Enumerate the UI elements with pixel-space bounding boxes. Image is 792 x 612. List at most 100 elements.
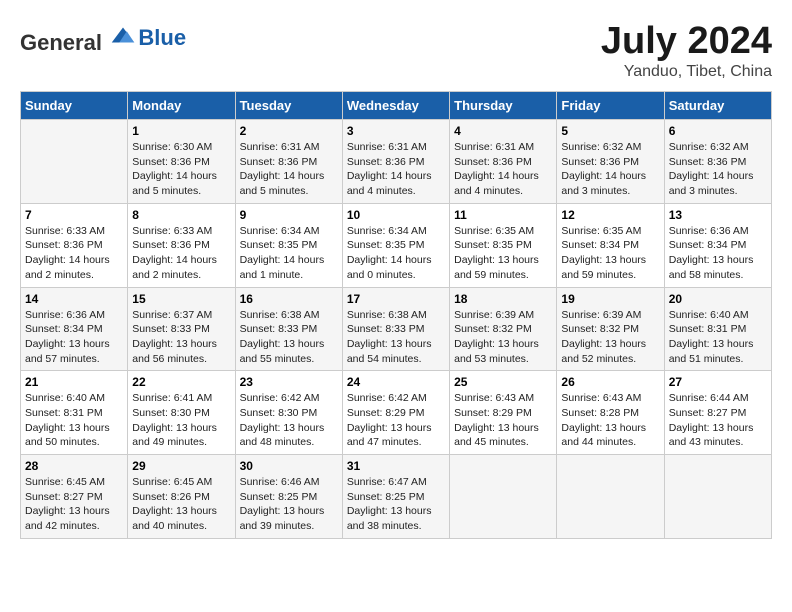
logo: General Blue xyxy=(20,20,186,56)
day-number: 18 xyxy=(454,292,552,306)
day-number: 1 xyxy=(132,124,230,138)
calendar-header: Sunday Monday Tuesday Wednesday Thursday… xyxy=(21,92,772,120)
calendar-cell: 26Sunrise: 6:43 AMSunset: 8:28 PMDayligh… xyxy=(557,371,664,455)
cell-text: Sunrise: 6:32 AMSunset: 8:36 PMDaylight:… xyxy=(669,140,767,199)
calendar-cell xyxy=(21,120,128,204)
calendar-cell xyxy=(557,455,664,539)
calendar-cell: 31 Sunrise: 6:47 AMSunset: 8:25 PMDayligh… xyxy=(342,455,449,539)
day-number: 5 xyxy=(561,124,659,138)
header-saturday: Saturday xyxy=(664,92,771,120)
calendar-cell: 20Sunrise: 6:40 AMSunset: 8:31 PMDayligh… xyxy=(664,287,771,371)
calendar-cell: 17Sunrise: 6:38 AMSunset: 8:33 PMDayligh… xyxy=(342,287,449,371)
cell-text: Sunrise: 6:45 AMSunset: 8:26 PMDaylight:… xyxy=(132,475,230,534)
calendar-cell xyxy=(664,455,771,539)
calendar-cell: 27 Sunrise: 6:44 AMSunset: 8:27 PMDayligh… xyxy=(664,371,771,455)
calendar-week-row: 14 Sunrise: 6:36 AMSunset: 8:34 PMDayligh… xyxy=(21,287,772,371)
day-number: 14 xyxy=(25,292,123,306)
calendar-cell: 11Sunrise: 6:35 AMSunset: 8:35 PMDayligh… xyxy=(450,203,557,287)
calendar-cell: 21 Sunrise: 6:40 AMSunset: 8:31 PMDayligh… xyxy=(21,371,128,455)
calendar-cell: 24 Sunrise: 6:42 AMSunset: 8:29 PMDayligh… xyxy=(342,371,449,455)
cell-text: Sunrise: 6:38 AMSunset: 8:33 PMDaylight:… xyxy=(240,308,338,367)
cell-text: Sunrise: 6:34 AMSunset: 8:35 PMDaylight:… xyxy=(347,224,445,283)
day-number: 28 xyxy=(25,459,123,473)
day-number: 16 xyxy=(240,292,338,306)
cell-text: Sunrise: 6:43 AMSunset: 8:29 PMDaylight:… xyxy=(454,391,552,450)
cell-text: Sunrise: 6:34 AMSunset: 8:35 PMDaylight:… xyxy=(240,224,338,283)
calendar-week-row: 28 Sunrise: 6:45 AMSunset: 8:27 PMDayligh… xyxy=(21,455,772,539)
day-number: 13 xyxy=(669,208,767,222)
day-number: 15 xyxy=(132,292,230,306)
cell-text: Sunrise: 6:31 AMSunset: 8:36 PMDaylight:… xyxy=(347,140,445,199)
cell-text: Sunrise: 6:42 AMSunset: 8:29 PMDaylight:… xyxy=(347,391,445,450)
cell-text: Sunrise: 6:45 AMSunset: 8:27 PMDaylight:… xyxy=(25,475,123,534)
calendar-cell: 1 Sunrise: 6:30 AMSunset: 8:36 PMDaylight… xyxy=(128,120,235,204)
cell-text: Sunrise: 6:35 AMSunset: 8:35 PMDaylight:… xyxy=(454,224,552,283)
day-number: 21 xyxy=(25,375,123,389)
cell-text: Sunrise: 6:39 AMSunset: 8:32 PMDaylight:… xyxy=(454,308,552,367)
day-number: 7 xyxy=(25,208,123,222)
day-number: 6 xyxy=(669,124,767,138)
calendar-cell: 2 Sunrise: 6:31 AMSunset: 8:36 PMDaylight… xyxy=(235,120,342,204)
cell-text: Sunrise: 6:37 AMSunset: 8:33 PMDaylight:… xyxy=(132,308,230,367)
day-number: 10 xyxy=(347,208,445,222)
calendar-cell: 16 Sunrise: 6:38 AMSunset: 8:33 PMDayligh… xyxy=(235,287,342,371)
cell-text: Sunrise: 6:44 AMSunset: 8:27 PMDaylight:… xyxy=(669,391,767,450)
day-number: 25 xyxy=(454,375,552,389)
calendar-week-row: 21 Sunrise: 6:40 AMSunset: 8:31 PMDayligh… xyxy=(21,371,772,455)
subtitle: Yanduo, Tibet, China xyxy=(601,63,772,81)
day-number: 3 xyxy=(347,124,445,138)
calendar-cell: 28 Sunrise: 6:45 AMSunset: 8:27 PMDayligh… xyxy=(21,455,128,539)
calendar-week-row: 1 Sunrise: 6:30 AMSunset: 8:36 PMDaylight… xyxy=(21,120,772,204)
calendar-cell: 25 Sunrise: 6:43 AMSunset: 8:29 PMDayligh… xyxy=(450,371,557,455)
day-number: 31 xyxy=(347,459,445,473)
cell-text: Sunrise: 6:47 AMSunset: 8:25 PMDaylight:… xyxy=(347,475,445,534)
calendar-cell: 4Sunrise: 6:31 AMSunset: 8:36 PMDaylight… xyxy=(450,120,557,204)
cell-text: Sunrise: 6:33 AMSunset: 8:36 PMDaylight:… xyxy=(132,224,230,283)
cell-text: Sunrise: 6:31 AMSunset: 8:36 PMDaylight:… xyxy=(240,140,338,199)
header-thursday: Thursday xyxy=(450,92,557,120)
cell-text: Sunrise: 6:35 AMSunset: 8:34 PMDaylight:… xyxy=(561,224,659,283)
day-number: 29 xyxy=(132,459,230,473)
cell-text: Sunrise: 6:41 AMSunset: 8:30 PMDaylight:… xyxy=(132,391,230,450)
calendar-body: 1 Sunrise: 6:30 AMSunset: 8:36 PMDaylight… xyxy=(21,120,772,539)
cell-text: Sunrise: 6:36 AMSunset: 8:34 PMDaylight:… xyxy=(669,224,767,283)
cell-text: Sunrise: 6:36 AMSunset: 8:34 PMDaylight:… xyxy=(25,308,123,367)
calendar-table: Sunday Monday Tuesday Wednesday Thursday… xyxy=(20,91,772,539)
day-number: 22 xyxy=(132,375,230,389)
main-title: July 2024 xyxy=(601,20,772,63)
logo-general: General xyxy=(20,30,102,55)
calendar-cell: 23Sunrise: 6:42 AMSunset: 8:30 PMDayligh… xyxy=(235,371,342,455)
day-number: 2 xyxy=(240,124,338,138)
day-number: 27 xyxy=(669,375,767,389)
day-number: 19 xyxy=(561,292,659,306)
calendar-cell: 18 Sunrise: 6:39 AMSunset: 8:32 PMDayligh… xyxy=(450,287,557,371)
day-number: 8 xyxy=(132,208,230,222)
cell-text: Sunrise: 6:33 AMSunset: 8:36 PMDaylight:… xyxy=(25,224,123,283)
calendar-cell: 22 Sunrise: 6:41 AMSunset: 8:30 PMDayligh… xyxy=(128,371,235,455)
day-number: 9 xyxy=(240,208,338,222)
cell-text: Sunrise: 6:40 AMSunset: 8:31 PMDaylight:… xyxy=(669,308,767,367)
cell-text: Sunrise: 6:32 AMSunset: 8:36 PMDaylight:… xyxy=(561,140,659,199)
calendar-cell: 13 Sunrise: 6:36 AMSunset: 8:34 PMDayligh… xyxy=(664,203,771,287)
day-number: 24 xyxy=(347,375,445,389)
logo-icon xyxy=(108,20,138,50)
cell-text: Sunrise: 6:39 AMSunset: 8:32 PMDaylight:… xyxy=(561,308,659,367)
day-number: 26 xyxy=(561,375,659,389)
calendar-cell xyxy=(450,455,557,539)
title-block: July 2024 Yanduo, Tibet, China xyxy=(601,20,772,81)
header-wednesday: Wednesday xyxy=(342,92,449,120)
calendar-cell: 7 Sunrise: 6:33 AMSunset: 8:36 PMDaylight… xyxy=(21,203,128,287)
cell-text: Sunrise: 6:40 AMSunset: 8:31 PMDaylight:… xyxy=(25,391,123,450)
calendar-cell: 14 Sunrise: 6:36 AMSunset: 8:34 PMDayligh… xyxy=(21,287,128,371)
calendar-cell: 9 Sunrise: 6:34 AMSunset: 8:35 PMDaylight… xyxy=(235,203,342,287)
cell-text: Sunrise: 6:30 AMSunset: 8:36 PMDaylight:… xyxy=(132,140,230,199)
cell-text: Sunrise: 6:38 AMSunset: 8:33 PMDaylight:… xyxy=(347,308,445,367)
calendar-cell: 29 Sunrise: 6:45 AMSunset: 8:26 PMDayligh… xyxy=(128,455,235,539)
logo-blue: Blue xyxy=(138,25,186,50)
calendar-cell: 10 Sunrise: 6:34 AMSunset: 8:35 PMDayligh… xyxy=(342,203,449,287)
calendar-cell: 30Sunrise: 6:46 AMSunset: 8:25 PMDayligh… xyxy=(235,455,342,539)
calendar-cell: 8 Sunrise: 6:33 AMSunset: 8:36 PMDaylight… xyxy=(128,203,235,287)
header-sunday: Sunday xyxy=(21,92,128,120)
calendar-cell: 12Sunrise: 6:35 AMSunset: 8:34 PMDayligh… xyxy=(557,203,664,287)
header-monday: Monday xyxy=(128,92,235,120)
